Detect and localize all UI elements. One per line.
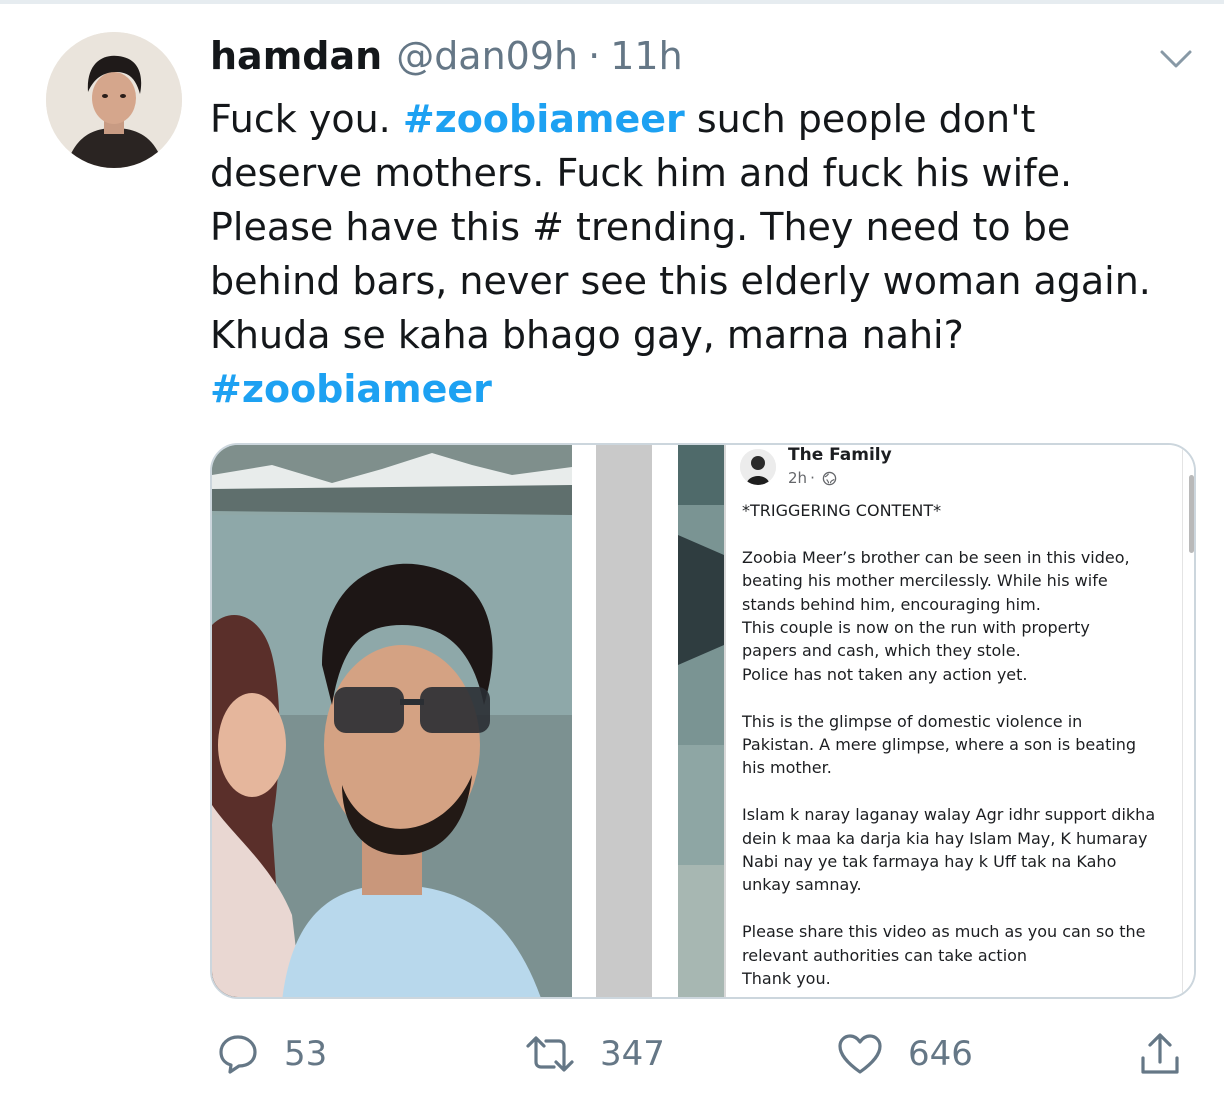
post-line: his mother.: [742, 758, 832, 778]
media-gutter: [652, 445, 678, 997]
video-still: [678, 445, 724, 997]
hashtag-link[interactable]: #zoobiameer: [403, 97, 685, 141]
tweet-text-line: Fuck you. #zoobiameer such people don't: [210, 92, 1200, 146]
post-line: Pakistan. A mere glimpse, where a son is…: [742, 735, 1137, 755]
globe-icon: [822, 471, 837, 485]
tweet-text-segment: such people don't: [684, 97, 1036, 141]
heart-icon: [838, 1034, 882, 1074]
chevron-down-icon: [1160, 50, 1192, 68]
retweet-button[interactable]: 347: [524, 1022, 665, 1086]
user-handle[interactable]: @dan09h: [396, 34, 578, 78]
avatar-image: [46, 32, 182, 168]
share-button[interactable]: [1138, 1022, 1182, 1086]
scrollbar-thumb[interactable]: [1189, 475, 1194, 553]
tweet-text-line: Please have this # trending. They need t…: [210, 205, 1071, 249]
share-icon: [1141, 1033, 1179, 1074]
tweet-media[interactable]: The Family 2h · *TRIGGERING CONTENT* Zoo…: [210, 443, 1196, 999]
post-line: Zoobia Meer’s brother can be seen in thi…: [742, 547, 1130, 567]
post-line: unkay samnay.: [742, 875, 862, 895]
post-line: This couple is now on the run with prope…: [742, 618, 1090, 638]
reply-count: 53: [284, 1034, 328, 1074]
post-line: beating his mother mercilessly. While hi…: [742, 571, 1108, 591]
post-line: papers and cash, which they stole.: [742, 641, 1021, 661]
post-line: Nabi nay ye tak farmaya hay k Uff tak na…: [742, 852, 1117, 872]
tweet-text-line: behind bars, never see this elderly woma…: [210, 259, 1151, 303]
tweet-header: hamdan @dan09h · 11h: [210, 34, 683, 90]
display-name[interactable]: hamdan: [210, 34, 382, 78]
embedded-post: The Family 2h · *TRIGGERING CONTENT* Zoo…: [724, 445, 1194, 997]
author-avatar-image: [740, 449, 776, 485]
post-line: Police has not taken any action yet.: [742, 664, 1028, 684]
post-line: dein k maa ka darja kia hay Islam May, K…: [742, 828, 1148, 848]
header-separator: ·: [588, 34, 601, 78]
media-gutter: [572, 445, 596, 997]
post-scrollbar[interactable]: [1182, 445, 1194, 997]
post-author-name[interactable]: The Family: [788, 445, 892, 465]
like-button[interactable]: 646: [836, 1022, 973, 1086]
retweet-count: 347: [600, 1034, 665, 1074]
tweet-text-segment: Fuck you.: [210, 97, 403, 141]
retweet-icon: [526, 1036, 574, 1072]
post-line: This is the glimpse of domestic violence…: [742, 711, 1083, 731]
tweet-actions: 53 347 646: [210, 1022, 1200, 1086]
tweet-text-line: deserve mothers. Fuck him and fuck his w…: [210, 151, 1073, 195]
post-time[interactable]: 2h: [788, 469, 807, 487]
post-line: Please share this video as much as you c…: [742, 922, 1146, 942]
selfie-photo: [212, 445, 572, 997]
reply-icon: [219, 1035, 257, 1074]
post-line: Islam k naray laganay walay Agr idhr sup…: [742, 805, 1156, 825]
tweet-text-line: Khuda se kaha bhago gay, marna nahi?: [210, 313, 964, 357]
more-options-button[interactable]: [1158, 46, 1194, 72]
hashtag-link[interactable]: #zoobiameer: [210, 362, 1200, 416]
post-line: Thank you.: [742, 969, 831, 989]
video-frame-image: [678, 445, 724, 997]
tweet-text: Fuck you. #zoobiameer such people don't …: [210, 92, 1200, 416]
media-frame-edge: [596, 445, 652, 997]
post-line: relevant authorities can take action: [742, 945, 1028, 965]
post-body: *TRIGGERING CONTENT* Zoobia Meer’s broth…: [742, 499, 1182, 990]
post-meta: 2h ·: [788, 469, 837, 487]
reply-button[interactable]: 53: [216, 1022, 327, 1086]
post-author-avatar[interactable]: [740, 449, 776, 485]
top-divider: [0, 0, 1224, 4]
post-meta-separator: ·: [810, 469, 815, 487]
media-photo: [212, 445, 572, 997]
like-count: 646: [908, 1034, 973, 1074]
post-line: stands behind him, encouraging him.: [742, 594, 1041, 614]
user-avatar[interactable]: [46, 32, 182, 168]
post-line: *TRIGGERING CONTENT*: [742, 501, 942, 520]
tweet-timestamp[interactable]: 11h: [610, 34, 682, 78]
